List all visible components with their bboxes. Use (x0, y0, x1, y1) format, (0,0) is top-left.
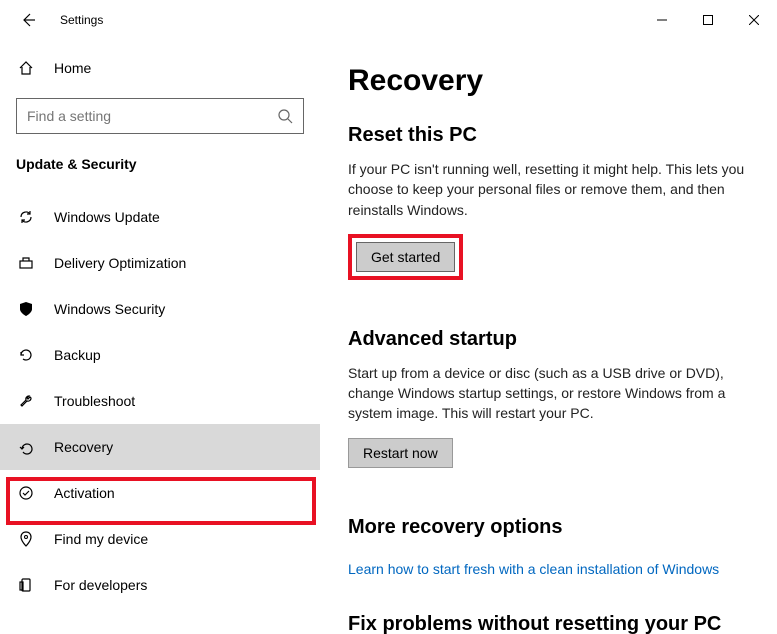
search-box[interactable] (16, 98, 304, 134)
page-title: Recovery (348, 64, 749, 98)
window-controls (639, 4, 777, 36)
advanced-body: Start up from a device or disc (such as … (348, 363, 748, 424)
sidebar-item-troubleshoot[interactable]: Troubleshoot (0, 378, 320, 424)
sidebar-item-label: Troubleshoot (54, 393, 135, 409)
highlight-annotation: Get started (348, 234, 463, 280)
location-icon (16, 531, 36, 547)
close-button[interactable] (731, 4, 777, 36)
sidebar-item-label: Windows Security (54, 301, 165, 317)
sidebar-item-label: Backup (54, 347, 101, 363)
wrench-icon (16, 393, 36, 409)
sidebar-item-label: Find my device (54, 531, 148, 547)
minimize-button[interactable] (639, 4, 685, 36)
sidebar-item-label: Activation (54, 485, 115, 501)
shield-icon (16, 301, 36, 317)
sidebar: Home Update & Security Windows Update De… (0, 40, 320, 634)
sidebar-item-delivery-optimization[interactable]: Delivery Optimization (0, 240, 320, 286)
backup-icon (16, 347, 36, 363)
developers-icon (16, 577, 36, 593)
titlebar: Settings (0, 0, 777, 40)
reset-body: If your PC isn't running well, resetting… (348, 159, 748, 220)
maximize-button[interactable] (685, 4, 731, 36)
get-started-button[interactable]: Get started (356, 242, 455, 272)
sidebar-section-title: Update & Security (0, 150, 320, 186)
sidebar-item-label: Delivery Optimization (54, 255, 186, 271)
home-label: Home (54, 60, 91, 76)
search-icon (277, 108, 293, 124)
delivery-icon (16, 255, 36, 271)
sidebar-item-recovery[interactable]: Recovery (0, 424, 320, 470)
sidebar-item-windows-security[interactable]: Windows Security (0, 286, 320, 332)
search-input[interactable] (27, 108, 277, 124)
reset-heading: Reset this PC (348, 124, 749, 147)
sidebar-item-label: For developers (54, 577, 147, 593)
check-circle-icon (16, 485, 36, 501)
recovery-icon (16, 439, 36, 455)
sidebar-item-backup[interactable]: Backup (0, 332, 320, 378)
restart-now-button[interactable]: Restart now (348, 438, 453, 468)
back-button[interactable] (16, 8, 40, 32)
sidebar-item-activation[interactable]: Activation (0, 470, 320, 516)
sidebar-item-windows-update[interactable]: Windows Update (0, 194, 320, 240)
app-title: Settings (60, 13, 103, 27)
sidebar-item-label: Windows Update (54, 209, 160, 225)
home-nav[interactable]: Home (0, 48, 320, 88)
nav-list: Windows Update Delivery Optimization Win… (0, 194, 320, 608)
more-heading: More recovery options (348, 516, 749, 539)
sidebar-item-label: Recovery (54, 439, 113, 455)
sync-icon (16, 209, 36, 225)
sidebar-item-for-developers[interactable]: For developers (0, 562, 320, 608)
main-content: Recovery Reset this PC If your PC isn't … (320, 40, 777, 634)
clean-install-link[interactable]: Learn how to start fresh with a clean in… (348, 561, 749, 577)
advanced-heading: Advanced startup (348, 328, 749, 351)
home-icon (16, 60, 36, 76)
fix-heading: Fix problems without resetting your PC (348, 613, 749, 634)
sidebar-item-find-my-device[interactable]: Find my device (0, 516, 320, 562)
